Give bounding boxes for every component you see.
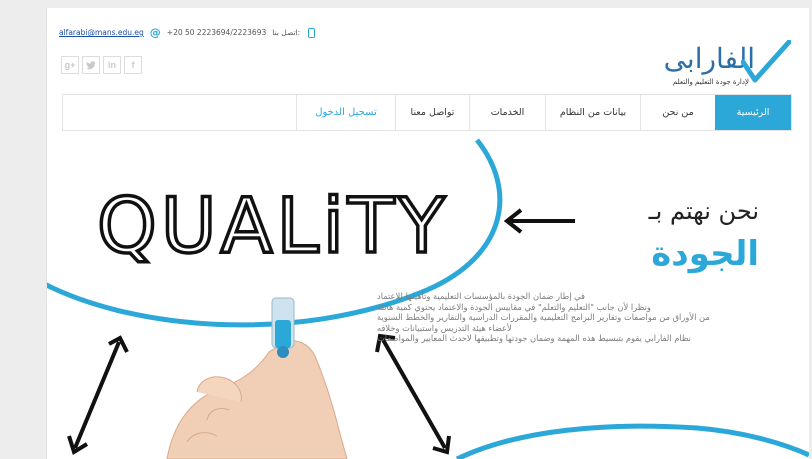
hero-highlight: الجودة [651, 234, 759, 274]
nav-item-system-data[interactable]: بيانات من النظام [545, 95, 640, 130]
site-logo[interactable]: الفارابى لإدارة جودة التعليم والتعلم [579, 40, 791, 94]
hero-paragraph-line: لأعضاء هيئة التدريس واستبيانات وخلافه [377, 322, 512, 333]
google-plus-icon[interactable]: g+ [61, 56, 79, 74]
contact-bar: alfarabi@mans.edu.eg @ +20 50 2223694/22… [59, 26, 316, 39]
at-icon: @ [149, 26, 161, 39]
nav-item-about[interactable]: من نحن [640, 95, 715, 130]
hero-headline: نحن نهتم بـ [648, 197, 759, 225]
nav-item-contact[interactable]: تواصل معنا [395, 95, 469, 130]
hero-paragraph-line: من الأوراق من مواصفات وتقارير البرامج ال… [377, 312, 710, 322]
contact-phone: +20 50 2223694/2223693 [166, 28, 267, 37]
nav-item-home[interactable]: الرئيسية [715, 95, 791, 130]
nav-item-services[interactable]: الخدمات [469, 95, 545, 130]
nav-item-login[interactable]: تسجيل الدخول [296, 95, 395, 130]
main-nav: الرئيسية من نحن بيانات من النظام الخدمات… [62, 94, 792, 131]
page: alfarabi@mans.edu.eg @ +20 50 2223694/22… [46, 8, 809, 459]
checkmark-icon [741, 40, 791, 83]
logo-tagline: لإدارة جودة التعليم والتعلم [672, 78, 749, 86]
hero-paragraph-line: ونظرا لأن جانب "التعليم والتعلم" في مقاي… [377, 301, 651, 312]
social-links: g+ in f [61, 56, 142, 74]
hero-paragraph: في إطار ضمان الجودة بالمؤسسات التعليمية … [377, 291, 787, 344]
hero-paragraph-line: في إطار ضمان الجودة بالمؤسسات التعليمية … [377, 291, 586, 301]
linkedin-icon[interactable]: in [103, 56, 121, 74]
facebook-icon[interactable]: f [124, 56, 142, 74]
contact-phone-label: اتصل بنا: [272, 28, 301, 37]
quality-word: QUALiTY [97, 181, 449, 270]
contact-email-link[interactable]: alfarabi@mans.edu.eg [59, 28, 144, 37]
hero-paragraph-line: نظام الفارابي يقوم بتبسيط هذه المهمة وضم… [377, 333, 691, 343]
mobile-phone-icon [308, 27, 316, 38]
twitter-icon[interactable] [82, 56, 100, 74]
hero-banner: QUALiTY نحن نهتم بـ الجودة في إطار ضمان … [47, 130, 809, 459]
